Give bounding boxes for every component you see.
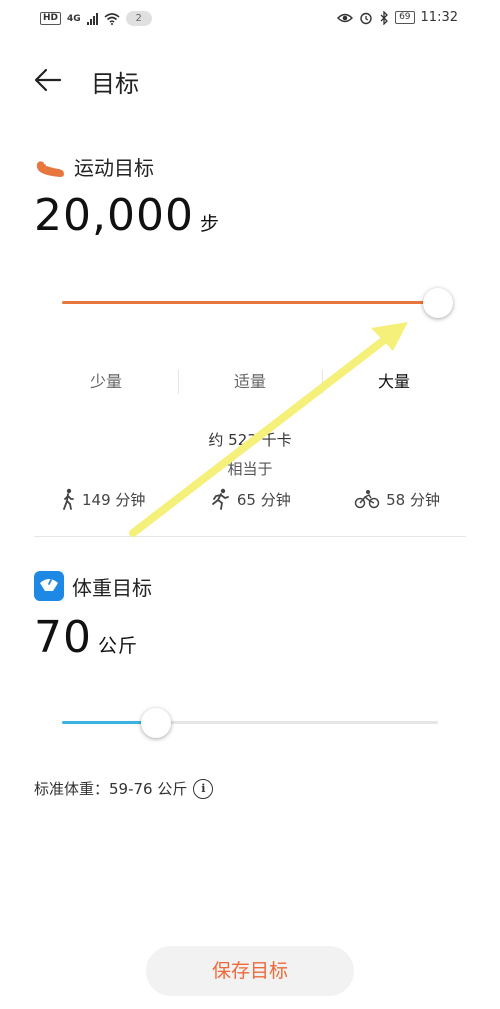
- running-icon: [211, 488, 229, 510]
- activity-cycling: 58 分钟: [354, 488, 440, 510]
- shoe-icon: [36, 160, 64, 177]
- back-button[interactable]: [30, 62, 70, 98]
- step-goal-value-row: 20,000 步: [34, 190, 220, 241]
- weight-goal-value-row: 70 公斤: [34, 612, 138, 663]
- clock: 11:32: [420, 10, 458, 25]
- activity-level-selector: 少量 适量 大量: [34, 364, 466, 400]
- weight-goal-header: 体重目标: [34, 571, 152, 601]
- page-title: 目标: [91, 70, 139, 98]
- activity-running-text: 65 分钟: [236, 490, 291, 509]
- step-slider-track[interactable]: [62, 301, 438, 304]
- exercise-goal-title: 运动目标: [74, 156, 154, 180]
- weight-slider-thumb[interactable]: [141, 708, 171, 738]
- step-slider-thumb[interactable]: [423, 288, 453, 318]
- status-right: 69 11:32: [337, 10, 458, 25]
- weight-goal-unit: 公斤: [98, 635, 139, 657]
- level-divider: [322, 370, 323, 394]
- scale-icon: [34, 571, 64, 601]
- exercise-goal-header: 运动目标: [34, 152, 154, 181]
- info-icon[interactable]: i: [193, 778, 214, 799]
- activity-equivalents: 149 分钟 65 分钟 58 分钟: [60, 488, 440, 510]
- status-left: HD 4G 2: [40, 11, 152, 26]
- battery-icon: 69: [395, 11, 415, 24]
- equivalent-label: 相当于: [227, 460, 273, 478]
- calorie-estimate: 约 523 千卡: [208, 431, 292, 449]
- activity-walking-text: 149 分钟: [82, 490, 146, 509]
- level-option-medium[interactable]: 适量: [178, 364, 322, 400]
- status-bar: HD 4G 2 69 11:32: [0, 0, 500, 38]
- activity-running: 65 分钟: [209, 488, 291, 510]
- eye-icon: [337, 13, 354, 22]
- arrow-left-icon: [34, 68, 62, 92]
- step-goal-unit: 步: [199, 213, 220, 235]
- alarm-icon: [360, 12, 372, 24]
- standard-weight-row: 标准体重：59-76 公斤 i: [34, 778, 214, 799]
- standard-weight-text: 标准体重：59-76 公斤: [34, 780, 188, 798]
- level-option-low[interactable]: 少量: [34, 364, 178, 400]
- activity-cycling-text: 58 分钟: [386, 490, 440, 509]
- wifi-icon: [104, 12, 120, 25]
- title-bar: 目标: [0, 58, 500, 102]
- step-goal-value: 20,000: [34, 190, 194, 241]
- network-type: 4G: [67, 13, 81, 24]
- section-divider: [34, 536, 466, 537]
- level-divider: [178, 370, 179, 394]
- weight-goal-title: 体重目标: [72, 575, 152, 600]
- signal-icon: [86, 12, 98, 25]
- walking-icon: [63, 488, 74, 510]
- activity-walking: 149 分钟: [60, 488, 145, 510]
- bluetooth-icon: [380, 10, 388, 25]
- weight-goal-value: 70: [34, 612, 92, 663]
- cycling-icon: [354, 490, 380, 509]
- notification-count-badge: 2: [125, 11, 152, 26]
- level-option-high[interactable]: 大量: [322, 364, 466, 400]
- save-goal-button[interactable]: 保存目标: [146, 946, 354, 996]
- hd-icon: HD: [40, 12, 62, 25]
